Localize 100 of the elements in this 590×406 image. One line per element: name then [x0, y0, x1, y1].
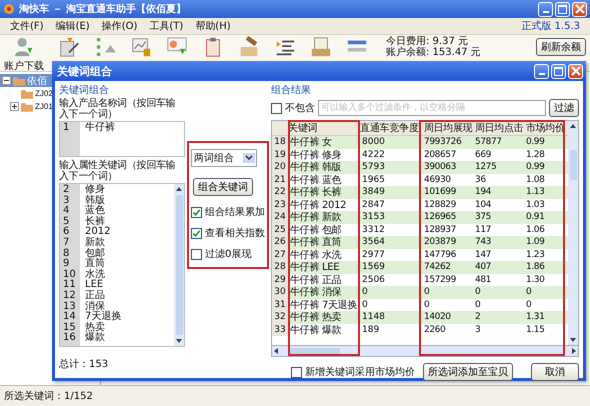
- table-cell-text: 7993726: [423, 137, 462, 148]
- attribute-words-field[interactable]: 2 3 4 5 6 7 8 9 10 11 12 13 14 15 16 修身 韩版 蓝色 长裤 2012 新款 包邮 直筒 水洗 LEE 正品 消保 7天退换 热卖 爆款: [59, 183, 185, 347]
- table-cell-text: 3564: [361, 237, 386, 248]
- table-cell-text: 1.31: [525, 312, 546, 322]
- table-cell-text: 3312: [361, 224, 386, 235]
- dialog-button[interactable]: 取消: [531, 363, 579, 381]
- table-cell-text: 104: [474, 200, 492, 210]
- table-cell-text: 1.03: [525, 200, 546, 210]
- row-number: 32: [272, 311, 288, 324]
- word-line: 2012: [85, 227, 112, 238]
- person-icon: [13, 36, 35, 58]
- table-cell-text: 0.99: [525, 162, 546, 172]
- scroll-thumb[interactable]: [176, 195, 182, 335]
- word-line: 7天退换: [85, 312, 122, 322]
- toolbar-button[interactable]: [58, 36, 80, 58]
- checkbox-box[interactable]: [271, 102, 282, 114]
- scrollbar[interactable]: [568, 121, 578, 345]
- maximize-button[interactable]: [555, 2, 570, 16]
- menu-item[interactable]: 文件(F): [10, 19, 44, 33]
- checkbox[interactable]: 组合结果累加: [191, 205, 265, 219]
- minimize-button[interactable]: [534, 64, 549, 78]
- product-words-field[interactable]: 1 牛仔裤: [59, 121, 185, 157]
- menu-item[interactable]: 工具(T): [149, 19, 184, 33]
- menu-item[interactable]: 帮助(H): [195, 19, 231, 33]
- table-cell-text: 0: [361, 300, 369, 310]
- row-number: 30: [272, 286, 288, 298]
- toolbar-button[interactable]: [310, 36, 332, 58]
- table-cell-text: 189: [361, 324, 380, 335]
- table-cell-text: 0: [474, 287, 482, 298]
- word-line: LEE: [85, 280, 104, 290]
- word-line: 水洗: [85, 270, 106, 280]
- menu-item[interactable]: 编辑(E): [56, 19, 90, 33]
- today-cost: 今日费用: 9.37 元: [386, 36, 469, 47]
- checkbox-box[interactable]: [191, 248, 202, 260]
- group-title: 关键词组合: [59, 85, 110, 97]
- minimize-button[interactable]: [538, 2, 553, 16]
- status-text: 所选关键词：1/152: [4, 390, 93, 403]
- table-cell-text: 0: [423, 300, 430, 310]
- scroll-down-icon[interactable]: [175, 337, 183, 345]
- refresh-balance-button[interactable]: 刷新余额: [536, 38, 586, 56]
- scroll-right-icon[interactable]: [570, 347, 578, 355]
- word-line: 韩版: [85, 196, 106, 206]
- checkbox[interactable]: 新增关键词采用市场均价: [291, 365, 415, 379]
- checkbox-box[interactable]: [191, 206, 202, 218]
- table-cell-text: 1.09: [525, 237, 546, 248]
- scroll-thumb[interactable]: [570, 150, 576, 180]
- word-line: 消保: [85, 302, 105, 312]
- table-cell-text: 117: [474, 224, 492, 235]
- filter-field[interactable]: 可以输入多个过滤条件，以空格分隔: [318, 100, 546, 116]
- table-cell-text: 2977: [361, 250, 386, 260]
- table-cell-text: 375: [474, 212, 492, 222]
- scroll-down-icon[interactable]: [569, 336, 577, 344]
- checkbox[interactable]: 过滤0展现: [191, 247, 252, 261]
- expand-icon[interactable]: [10, 102, 19, 111]
- line-number: 14: [63, 312, 77, 322]
- word-line: 新款: [85, 238, 106, 248]
- column-header[interactable]: 直通车竞争度: [360, 121, 421, 135]
- close-button[interactable]: [572, 2, 587, 16]
- column-header[interactable]: 周日均展现: [421, 121, 472, 135]
- row-number: 29: [272, 274, 288, 286]
- menu-item[interactable]: 操作(O): [102, 19, 138, 33]
- scroll-up-icon[interactable]: [175, 185, 183, 193]
- field-label: 输入产品名称词（按回车输入下一个词）: [59, 98, 176, 120]
- table-cell-text: 1569: [361, 262, 386, 272]
- toolbar-button[interactable]: [130, 36, 152, 58]
- table-cell-text: 3153: [361, 212, 386, 222]
- table-cell-text: 1.08: [525, 174, 546, 185]
- mode-dropdown[interactable]: 两词组合: [191, 149, 257, 167]
- table-cell-text: 牛仔裤 7天退换: [289, 298, 358, 312]
- scroll-up-icon[interactable]: [569, 122, 577, 130]
- table-cell-text: 牛仔裤 新款: [289, 210, 342, 224]
- line-number: 16: [63, 333, 77, 344]
- scrollbar[interactable]: [174, 184, 184, 346]
- table-cell-text: 牛仔裤 蓝色: [289, 174, 342, 186]
- checkbox-box[interactable]: [291, 366, 302, 378]
- table-cell-text: 390063: [423, 162, 457, 172]
- checkbox-box[interactable]: [191, 228, 202, 238]
- word-line: 牛仔裤: [85, 123, 116, 134]
- line-number: 15: [63, 322, 77, 333]
- row-number: 25: [272, 224, 288, 236]
- dialog-button[interactable]: 所选词添加至宝贝: [423, 363, 513, 381]
- collapse-icon[interactable]: [2, 76, 11, 85]
- checkbox[interactable]: 查看相关指数: [191, 226, 265, 240]
- column-header[interactable]: 市场均价: [523, 121, 565, 135]
- filter-button[interactable]: 过滤: [549, 99, 579, 117]
- table-cell-text: 157299: [423, 274, 457, 285]
- table-cell-text: 0: [361, 287, 369, 298]
- toolbar-button[interactable]: 账户下载: [4, 36, 44, 73]
- pencil-document-icon: [58, 36, 80, 58]
- inbox-icon: [310, 36, 332, 58]
- table-cell-text: 46930: [423, 174, 452, 185]
- scroll-thumb[interactable]: [290, 348, 340, 354]
- column-header[interactable]: 周日均点击: [472, 121, 523, 135]
- maximize-button[interactable]: [551, 64, 566, 78]
- combine-keywords-button[interactable]: 组合关键词: [193, 178, 253, 196]
- table-cell-text: 128829: [423, 200, 457, 210]
- scroll-left-icon[interactable]: [272, 347, 280, 355]
- checkbox[interactable]: 不包含: [271, 101, 315, 115]
- close-button[interactable]: [568, 64, 583, 78]
- table-cell-text: 1.86: [525, 262, 546, 272]
